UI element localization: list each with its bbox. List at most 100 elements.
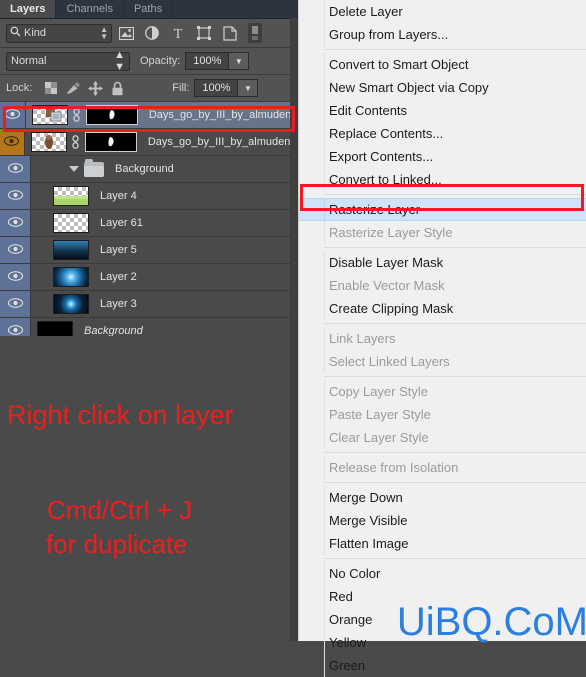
menu-item-group-from-layers[interactable]: Group from Layers... [299, 23, 586, 46]
menu-item-convert-to-linked[interactable]: Convert to Linked... [299, 168, 586, 191]
blend-mode-select[interactable]: Normal ▲ ▼ [6, 49, 130, 73]
layer-thumbnail[interactable] [53, 213, 89, 233]
menu-separator [324, 376, 586, 377]
menu-item-create-clipping-mask[interactable]: Create Clipping Mask [299, 297, 586, 320]
layer-visibility-toggle[interactable] [0, 264, 31, 290]
watermark: UiBQ.CoM [396, 600, 586, 644]
menu-gutter [299, 380, 325, 403]
opacity-input[interactable]: 100% [185, 52, 230, 70]
layer-visibility-toggle[interactable] [0, 210, 31, 236]
table-row[interactable]: Layer 5 [0, 237, 298, 264]
eye-icon [4, 133, 20, 151]
smart-object-filter-icon[interactable] [218, 22, 242, 44]
lock-all-icon[interactable] [106, 78, 128, 98]
menu-item-no-color[interactable]: No Color [299, 562, 586, 585]
table-row[interactable]: Layer 4 [0, 183, 298, 210]
table-row[interactable]: Days_go_by_III_by_almudena_stock c [0, 129, 298, 156]
layer-name: Layer 3 [100, 298, 137, 310]
fill-input[interactable]: 100% [194, 79, 239, 97]
layer-thumbnail[interactable] [53, 267, 89, 287]
table-row[interactable]: Layer 3 [0, 291, 298, 318]
menu-item-merge-down[interactable]: Merge Down [299, 486, 586, 509]
mask-link-icon[interactable] [70, 108, 84, 122]
layer-thumbnails [25, 132, 137, 152]
table-row[interactable]: Layer 61 [0, 210, 298, 237]
type-layer-filter-icon[interactable]: T [166, 22, 190, 44]
layer-mask-thumbnail[interactable] [84, 132, 137, 152]
menu-item-label: Orange [329, 612, 373, 627]
lock-image-pixels-icon[interactable] [62, 78, 84, 98]
lock-position-icon[interactable] [84, 78, 106, 98]
table-row[interactable]: Background [0, 156, 298, 183]
group-header[interactable] [31, 158, 104, 177]
menu-item-replace-contents[interactable]: Replace Contents... [299, 122, 586, 145]
menu-item-label: Red [329, 589, 353, 604]
layer-visibility-toggle[interactable] [0, 183, 31, 209]
layer-visibility-toggle[interactable] [0, 291, 31, 317]
filter-toggle-switch[interactable] [248, 23, 262, 43]
table-row[interactable]: Layer 2 [0, 264, 298, 291]
layer-visibility-toggle[interactable] [0, 129, 25, 155]
layer-thumbnail[interactable] [53, 294, 89, 314]
menu-item-label: Green [329, 658, 366, 673]
lock-label: Lock: [6, 82, 33, 94]
menu-item-green[interactable]: Green [299, 654, 586, 677]
layer-thumbnails [26, 105, 138, 125]
menu-item-convert-to-smart-object[interactable]: Convert to Smart Object [299, 53, 586, 76]
layer-thumbnail[interactable] [53, 186, 89, 206]
menu-item-rasterize-layer[interactable]: Rasterize Layer [299, 198, 586, 221]
menu-gutter [299, 0, 325, 23]
menu-separator [324, 323, 586, 324]
eye-icon [7, 268, 23, 286]
menu-item-label: Copy Layer Style [329, 384, 428, 399]
menu-item-flatten-image[interactable]: Flatten Image [299, 532, 586, 555]
layer-thumbnail[interactable] [31, 105, 68, 125]
menu-item-export-contents[interactable]: Export Contents... [299, 145, 586, 168]
tab-layers-label: Layers [10, 3, 46, 15]
screenshot-root: Layers Channels Paths Kind ▲ ▼ T Normal … [0, 0, 586, 677]
menu-item-label: No Color [329, 566, 381, 581]
mask-link-icon[interactable] [69, 135, 83, 149]
tab-layers[interactable]: Layers [0, 0, 57, 18]
layer-visibility-toggle[interactable] [0, 102, 26, 128]
menu-item-label: Flatten Image [329, 536, 409, 551]
layer-thumbnail[interactable] [53, 240, 89, 260]
menu-gutter [299, 350, 325, 373]
svg-text:T: T [174, 27, 183, 40]
tab-paths[interactable]: Paths [124, 0, 174, 18]
layer-mask-thumbnail[interactable] [85, 105, 138, 125]
menu-item-new-smart-object-via-copy[interactable]: New Smart Object via Copy [299, 76, 586, 99]
lock-transparent-pixels-icon[interactable] [40, 78, 62, 98]
opacity-dropdown-icon[interactable]: ▼ [229, 52, 250, 70]
shape-layer-filter-icon[interactable] [192, 22, 216, 44]
menu-gutter [299, 654, 325, 677]
filter-kind-select[interactable]: Kind ▲ ▼ [6, 23, 112, 43]
menu-gutter [299, 456, 325, 479]
chevron-down-icon[interactable] [69, 166, 79, 172]
menu-item-edit-contents[interactable]: Edit Contents [299, 99, 586, 122]
layer-name: Layer 5 [100, 244, 137, 256]
blend-opacity-row: Normal ▲ ▼ Opacity: 100% ▼ [0, 48, 298, 75]
menu-separator [324, 452, 586, 453]
menu-item-delete-layer[interactable]: Delete Layer [299, 0, 586, 23]
pixel-layer-filter-icon[interactable] [114, 22, 138, 44]
tab-channels[interactable]: Channels [56, 0, 124, 18]
layer-filter-row: Kind ▲ ▼ T [0, 19, 298, 48]
menu-separator [324, 247, 586, 248]
menu-item-label: Release from Isolation [329, 460, 459, 475]
fill-dropdown-icon[interactable]: ▼ [238, 79, 259, 97]
adjustment-layer-filter-icon[interactable] [140, 22, 164, 44]
menu-item-merge-visible[interactable]: Merge Visible [299, 509, 586, 532]
magnifier-icon [10, 26, 21, 40]
layer-context-menu: Delete Layer Group from Layers... Conver… [298, 0, 586, 677]
layer-visibility-toggle[interactable] [0, 237, 31, 263]
menu-item-label: Disable Layer Mask [329, 255, 444, 270]
menu-gutter [299, 562, 325, 585]
table-row[interactable]: Days_go_by_III_by_almudena_stock [0, 102, 298, 129]
menu-gutter [299, 168, 325, 191]
menu-gutter [299, 274, 325, 297]
layer-visibility-toggle[interactable] [0, 156, 31, 182]
menu-item-disable-layer-mask[interactable]: Disable Layer Mask [299, 251, 586, 274]
panel-scrollbar[interactable] [290, 18, 298, 641]
layer-thumbnail[interactable] [30, 132, 67, 152]
